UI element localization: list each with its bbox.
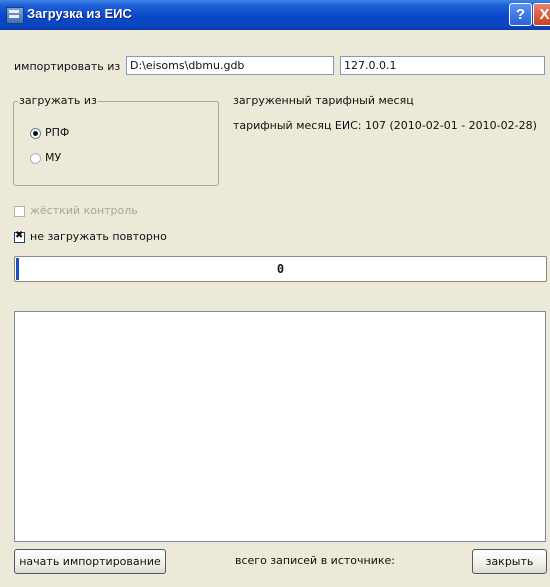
source-records-label: всего записей в источнике: <box>235 554 395 567</box>
title-bar: Загрузка из ЕИС ? X <box>0 0 550 30</box>
eis-tariff-month-text: тарифный месяц ЕИС: 107 (2010-02-01 - 20… <box>233 119 537 132</box>
progress-value: 0 <box>276 262 285 276</box>
window-title: Загрузка из ЕИС <box>27 6 132 21</box>
load-from-group <box>13 101 219 186</box>
import-from-label: импортировать из <box>14 60 121 73</box>
import-progress-bar: 0 <box>14 256 547 282</box>
help-button[interactable]: ? <box>509 3 532 26</box>
radio-rpf[interactable] <box>30 128 41 139</box>
close-button[interactable]: закрыть <box>472 549 547 574</box>
load-from-legend: загружать из <box>18 94 98 107</box>
import-log-area[interactable] <box>14 311 546 542</box>
import-host-input[interactable]: 127.0.0.1 <box>340 56 545 75</box>
import-path-input[interactable]: D:\eisoms\dbmu.gdb <box>126 56 334 75</box>
loaded-tariff-month-heading: загруженный тарифный месяц <box>233 94 414 107</box>
start-import-button[interactable]: начать импортирование <box>14 549 166 574</box>
app-window-icon <box>6 7 24 24</box>
window-close-button[interactable]: X <box>533 3 550 26</box>
no-reload-checkbox[interactable] <box>14 230 25 243</box>
radio-rpf-label[interactable]: РПФ <box>45 126 69 139</box>
radio-mu-label[interactable]: МУ <box>45 151 61 164</box>
strict-control-label: жёсткий контроль <box>30 204 138 217</box>
strict-control-checkbox <box>14 206 25 217</box>
no-reload-label[interactable]: не загружать повторно <box>30 230 167 243</box>
radio-mu[interactable] <box>30 153 41 164</box>
